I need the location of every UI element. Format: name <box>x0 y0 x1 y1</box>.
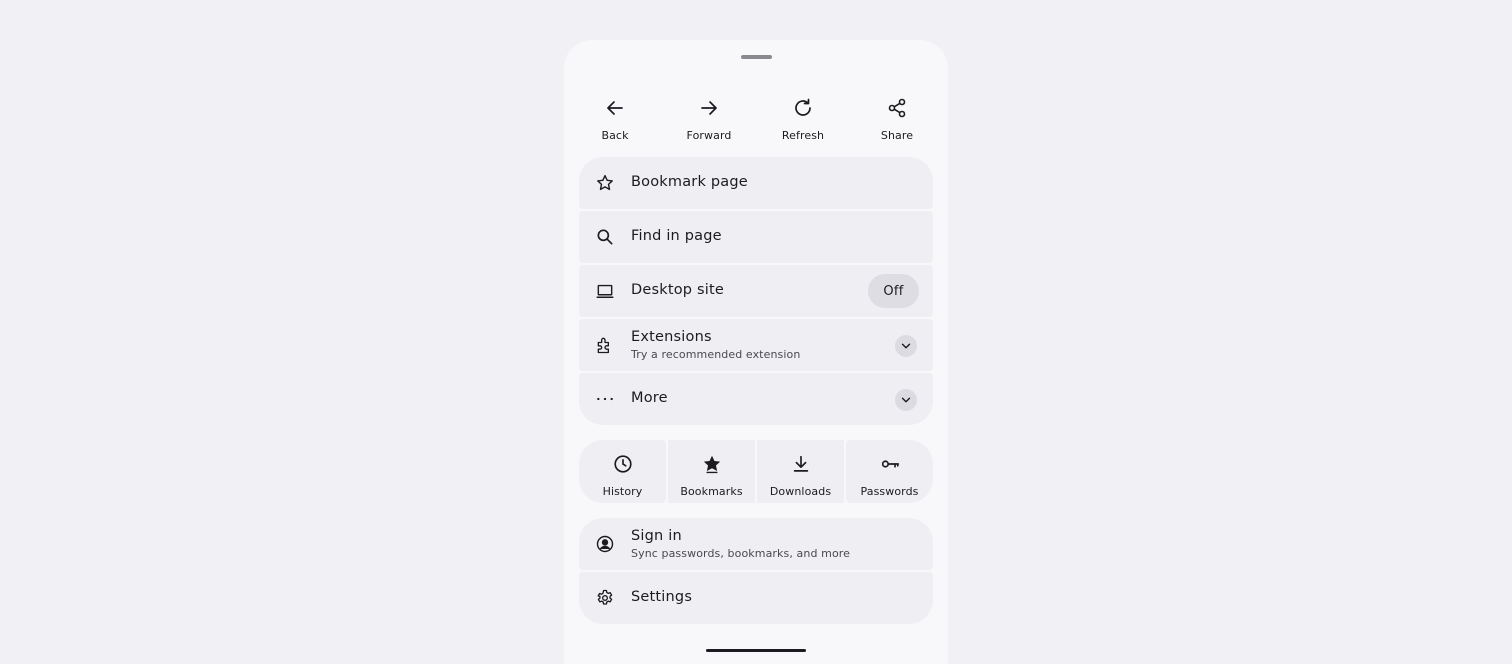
bookmarks-button[interactable]: Bookmarks <box>668 440 755 503</box>
bookmark-page-item[interactable]: Bookmark page <box>579 157 933 209</box>
more-expand-button[interactable] <box>895 389 917 411</box>
desktop-site-label: Desktop site <box>631 282 724 298</box>
bookmark-page-label: Bookmark page <box>631 174 748 190</box>
extensions-expand-button[interactable] <box>895 335 917 357</box>
history-label: History <box>602 485 643 498</box>
refresh-button[interactable]: Refresh <box>756 92 850 148</box>
chevron-down-icon <box>901 397 911 403</box>
key-icon <box>879 453 901 475</box>
search-icon <box>595 225 615 249</box>
quick-links-row: History Bookmarks Downloads Passwords <box>579 440 933 503</box>
refresh-label: Refresh <box>781 129 825 142</box>
sign-in-subtitle: Sync passwords, bookmarks, and more <box>631 547 851 560</box>
back-label: Back <box>601 129 629 142</box>
more-label: More <box>631 390 668 406</box>
share-label: Share <box>880 129 914 142</box>
sign-in-item[interactable]: Sign in Sync passwords, bookmarks, and m… <box>579 518 933 570</box>
account-group: Sign in Sync passwords, bookmarks, and m… <box>579 518 933 624</box>
history-button[interactable]: History <box>579 440 666 503</box>
clock-icon <box>612 453 634 475</box>
more-dots-icon <box>595 387 615 411</box>
extensions-subtitle: Try a recommended extension <box>631 348 801 361</box>
back-button[interactable]: Back <box>568 92 662 148</box>
star-filled-icon <box>701 453 723 475</box>
settings-item[interactable]: Settings <box>579 572 933 624</box>
find-in-page-item[interactable]: Find in page <box>579 211 933 263</box>
desktop-site-item[interactable]: Desktop site Off <box>579 265 933 317</box>
sign-in-label: Sign in <box>631 528 682 544</box>
downloads-label: Downloads <box>769 485 832 498</box>
forward-button[interactable]: Forward <box>662 92 756 148</box>
laptop-icon <box>595 279 615 303</box>
gear-icon <box>595 586 615 610</box>
settings-label: Settings <box>631 589 693 605</box>
puzzle-icon <box>595 333 615 357</box>
arrow-left-icon <box>603 96 627 120</box>
download-icon <box>790 453 812 475</box>
bookmarks-label: Bookmarks <box>680 485 743 498</box>
share-button[interactable]: Share <box>850 92 944 148</box>
drag-handle[interactable] <box>741 55 772 59</box>
share-icon <box>885 96 909 120</box>
home-indicator <box>706 649 806 652</box>
passwords-button[interactable]: Passwords <box>846 440 933 503</box>
find-in-page-label: Find in page <box>631 228 722 244</box>
extensions-label: Extensions <box>631 329 712 345</box>
star-icon <box>595 171 615 195</box>
refresh-icon <box>791 96 815 120</box>
page-actions-group: Bookmark page Find in page Desktop site … <box>579 157 933 425</box>
browser-menu-sheet: Back Forward Refresh Share Bookmark page… <box>564 40 948 664</box>
forward-label: Forward <box>686 129 732 142</box>
arrow-right-icon <box>697 96 721 120</box>
chevron-down-icon <box>901 343 911 349</box>
top-action-bar: Back Forward Refresh Share <box>568 92 944 148</box>
desktop-site-toggle[interactable]: Off <box>868 274 919 308</box>
downloads-button[interactable]: Downloads <box>757 440 844 503</box>
more-item[interactable]: More <box>579 373 933 425</box>
passwords-label: Passwords <box>860 485 919 498</box>
account-circle-icon <box>595 532 615 556</box>
extensions-item[interactable]: Extensions Try a recommended extension <box>579 319 933 371</box>
